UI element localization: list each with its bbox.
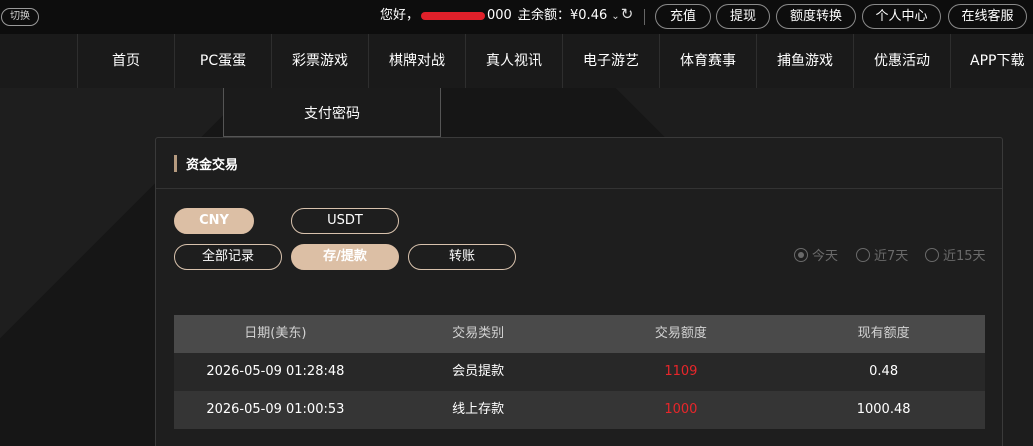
cell-date: 2026-05-09 01:28:48 (206, 364, 345, 379)
radio-icon (925, 248, 939, 262)
table-row: 2026-05-09 01:28:48 会员提款 1109 0.48 (174, 353, 985, 391)
date-filter-7days[interactable]: 近7天 (856, 248, 908, 266)
nav-item-fishing[interactable]: 捕鱼游戏 (756, 34, 853, 88)
nav-item-slots[interactable]: 电子游艺 (562, 34, 659, 88)
column-header-amount: 交易额度 (654, 326, 707, 341)
nav-item-lottery[interactable]: 彩票游戏 (271, 34, 368, 88)
transfer-quota-button[interactable]: 额度转换 (776, 4, 856, 29)
subnav-item-payment-password[interactable]: 支付密码 (223, 88, 441, 137)
balance-value: ¥0.46 (570, 8, 608, 23)
date-filter-label: 近15天 (943, 249, 986, 264)
nav-item-chess[interactable]: 棋牌对战 (368, 34, 465, 88)
user-greeting[interactable]: 您好， 000 ⌄ (380, 7, 524, 26)
cell-type: 会员提款 (452, 364, 505, 379)
column-header-type: 交易类别 (452, 326, 505, 341)
currency-tab-usdt[interactable]: USDT (291, 208, 399, 234)
top-bar: 切换 您好， 000 ⌄ 主余额：¥0.46 ⌄ ↻ 充值 提现 额度转换 个人中心 … (0, 0, 1033, 34)
cell-balance: 0.48 (869, 364, 899, 379)
cell-balance: 1000.48 (856, 402, 911, 417)
switch-button[interactable]: 切换 (1, 8, 39, 26)
nav-item-live[interactable]: 真人视讯 (465, 34, 562, 88)
nav-item-pc28[interactable]: PC蛋蛋 (174, 34, 271, 88)
transactions-table: 日期(美东) 交易类别 交易额度 现有额度 2026-05-09 01:28:4… (174, 315, 985, 429)
panel-title: 资金交易 (186, 158, 239, 173)
deposit-button[interactable]: 充值 (655, 4, 711, 29)
currency-tab-cny[interactable]: CNY (174, 208, 254, 234)
funds-transaction-panel: 资金交易 CNY USDT 全部记录 存/提款 转账 今天 近7天 近15天 日… (155, 137, 1003, 446)
date-filter-label: 近7天 (874, 249, 909, 264)
nav-item-sports[interactable]: 体育赛事 (659, 34, 756, 88)
nav-item-promotions[interactable]: 优惠活动 (853, 34, 950, 88)
panel-header: 资金交易 (156, 138, 1002, 189)
date-filter-15days[interactable]: 近15天 (925, 248, 986, 266)
withdraw-button[interactable]: 提现 (716, 4, 770, 29)
divider (644, 9, 645, 25)
radio-icon (794, 248, 808, 262)
online-service-button[interactable]: 在线客服 (948, 4, 1027, 29)
nav-item-app-download[interactable]: APP下载 (950, 34, 1033, 88)
cell-amount: 1000 (664, 402, 698, 417)
refresh-icon[interactable]: ↻ (619, 6, 635, 22)
column-header-date: 日期(美东) (244, 326, 307, 341)
greeting-suffix: 000 (487, 8, 512, 23)
main-nav: 首页 PC蛋蛋 彩票游戏 棋牌对战 真人视讯 电子游艺 体育赛事 捕鱼游戏 优惠… (0, 34, 1033, 88)
balance-label: 主余额： (518, 8, 571, 23)
date-filter-today[interactable]: 今天 (794, 248, 838, 266)
main-balance[interactable]: 主余额：¥0.46 ⌄ (518, 7, 620, 26)
column-header-balance: 现有额度 (857, 326, 910, 341)
greeting-prefix: 您好， (380, 8, 420, 23)
date-filter-label: 今天 (812, 249, 839, 264)
table-header: 日期(美东) 交易类别 交易额度 现有额度 (174, 315, 985, 353)
record-tab-deposit-withdraw[interactable]: 存/提款 (291, 244, 399, 270)
title-accent-bar (174, 155, 177, 172)
masked-username (421, 11, 486, 20)
radio-icon (856, 248, 870, 262)
cell-amount: 1109 (664, 364, 698, 379)
table-row: 2026-05-09 01:00:53 线上存款 1000 1000.48 (174, 391, 985, 429)
cell-date: 2026-05-09 01:00:53 (206, 402, 345, 417)
cell-type: 线上存款 (452, 402, 505, 417)
record-tab-transfer[interactable]: 转账 (408, 244, 516, 270)
record-tab-all[interactable]: 全部记录 (174, 244, 282, 270)
nav-item-home[interactable]: 首页 (77, 34, 174, 88)
personal-center-button[interactable]: 个人中心 (862, 4, 941, 29)
